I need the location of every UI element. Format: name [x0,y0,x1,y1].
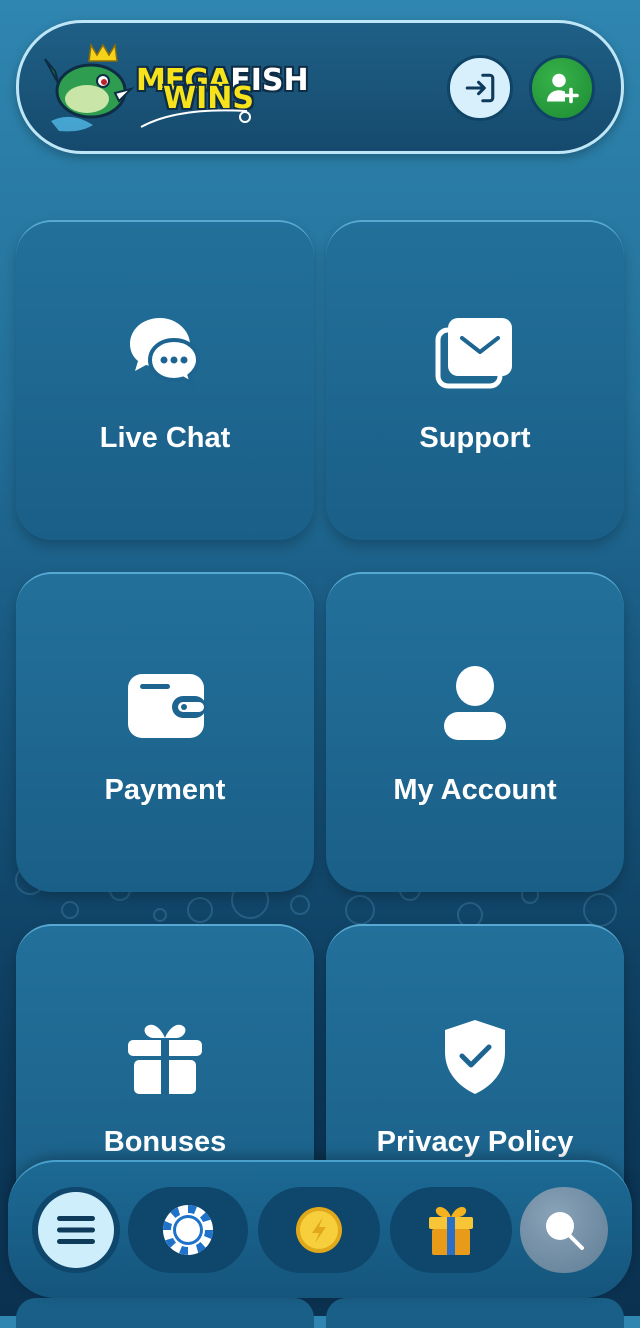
tile-payment[interactable]: Payment [16,572,314,892]
tile-label: Privacy Policy [376,1126,574,1158]
brand-logo[interactable]: MEGAFISH WINS [41,41,361,137]
casino-button[interactable] [128,1187,248,1273]
tile-label: Payment [104,774,226,806]
app-header: MEGAFISH WINS [16,20,624,154]
mail-icon [435,318,512,389]
signup-button[interactable] [529,55,595,121]
gift-icon [128,1024,202,1094]
tile-support[interactable]: Support [326,220,624,540]
fishing-line-icon [140,109,251,128]
chat-bubbles-icon [130,318,201,388]
tile-edge [326,1298,624,1328]
wallet-icon [128,674,206,738]
tile-label: My Account [393,774,557,806]
gift-box-icon [429,1207,473,1255]
search-button[interactable] [520,1187,608,1273]
bottom-nav [8,1160,632,1298]
coins-button[interactable] [258,1187,380,1273]
user-icon [444,666,506,740]
tile-edge [16,1298,314,1328]
search-icon [546,1212,584,1250]
tile-label: Live Chat [99,422,231,454]
menu-button[interactable] [32,1187,120,1273]
tile-live-chat[interactable]: Live Chat [16,220,314,540]
casino-chip-icon [163,1205,213,1255]
login-button[interactable] [447,55,513,121]
promotions-button[interactable] [390,1187,512,1273]
tile-my-account[interactable]: My Account [326,572,624,892]
menu-icon [57,1216,95,1244]
tile-label: Bonuses [103,1126,227,1158]
tile-label: Support [419,422,531,454]
shield-check-icon [445,1020,505,1094]
login-arrow-icon [465,73,495,103]
add-user-icon [547,73,579,104]
fish-logo-icon [44,42,135,132]
coin-icon [296,1207,342,1253]
